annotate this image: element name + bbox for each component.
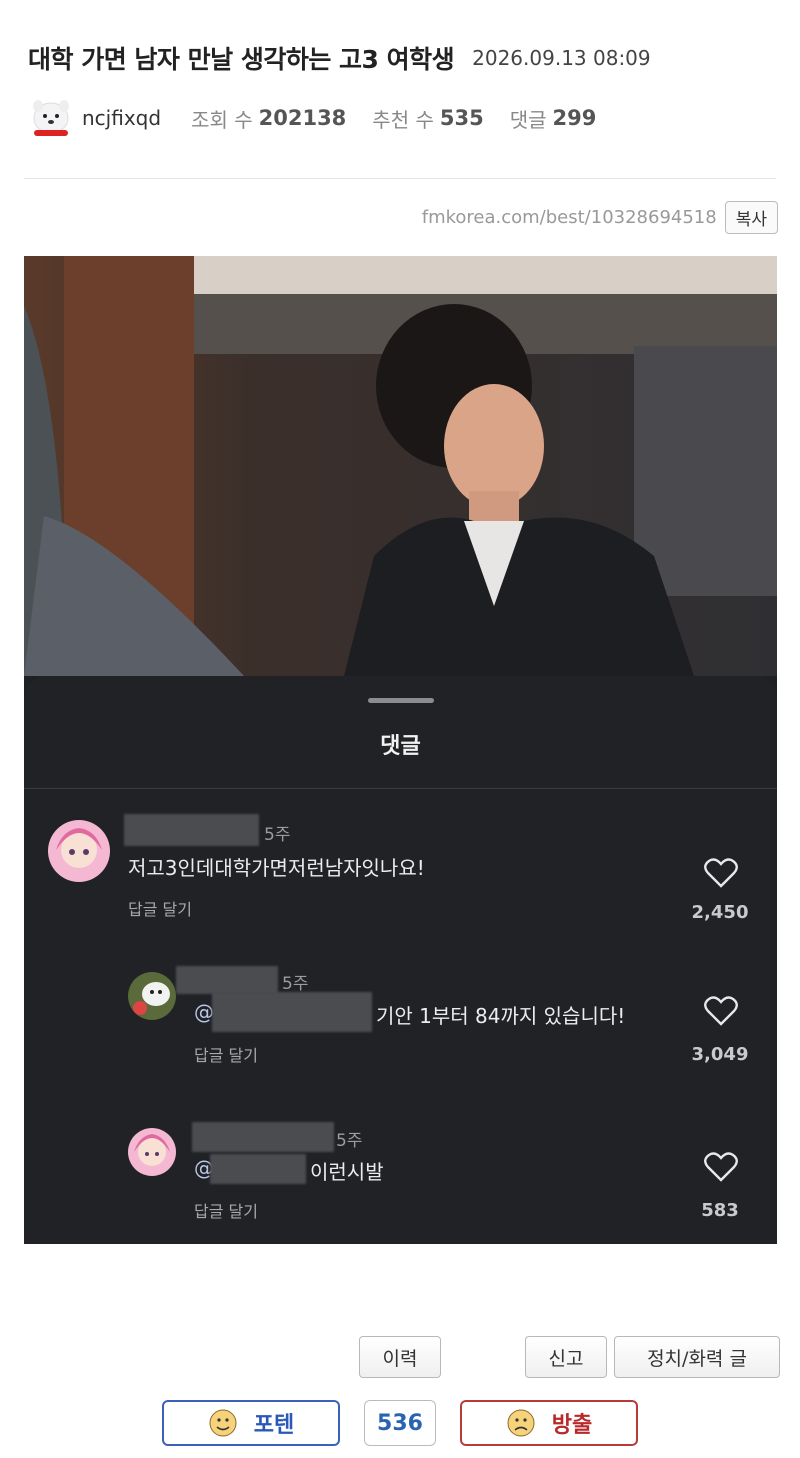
drag-handle[interactable] xyxy=(368,698,434,703)
reply-button[interactable]: 답글 달기 xyxy=(128,896,192,920)
comment-reply-item: 5주 @ 기안 1부터 84까지 있습니다! 답글 달기 3,049 xyxy=(24,966,777,1086)
redacted-username xyxy=(124,814,259,846)
thumbs-down-icon xyxy=(507,1409,535,1437)
upvote-button[interactable]: 포텐 xyxy=(162,1400,340,1446)
comment-item: 5주 저고3인데대학가면저런남자잇나요! 답글 달기 2,450 xyxy=(24,806,777,926)
recommend-count: 535 xyxy=(439,106,484,130)
report-button[interactable]: 신고 xyxy=(525,1336,607,1378)
recommend-label: 추천 수 xyxy=(372,107,434,132)
author-avatar[interactable] xyxy=(28,96,74,140)
upvote-label: 포텐 xyxy=(253,1413,295,1438)
comment-text: 기안 1부터 84까지 있습니다! xyxy=(376,1004,626,1028)
vote-count: 536 xyxy=(364,1400,436,1446)
comments-label: 댓글 xyxy=(509,107,547,132)
views-label: 조회 수 xyxy=(191,107,253,132)
post-title: 대학 가면 남자 만날 생각하는 고3 여학생 xyxy=(28,45,455,74)
comment-text: 이런시발 xyxy=(310,1160,384,1184)
header-divider xyxy=(24,178,776,179)
copy-url-button[interactable]: 복사 xyxy=(724,200,778,234)
comments-count: 299 xyxy=(552,106,597,130)
like-count: 3,049 xyxy=(691,1044,749,1065)
post-url[interactable]: fmkorea.com/best/10328694518 xyxy=(422,207,717,228)
commenter-avatar[interactable] xyxy=(128,1128,176,1176)
post-meta: ncjfixqd 조회 수 202138 추천 수 535 댓글 299 xyxy=(28,96,622,140)
post-image: 댓글 5주 저고3인데대학가면저런남자잇나요! 답글 달기 2,450 5주 @… xyxy=(24,256,777,1244)
post-date: 2026.09.13 08:09 xyxy=(472,46,651,70)
comments-sheet: 댓글 5주 저고3인데대학가면저런남자잇나요! 답글 달기 2,450 5주 @… xyxy=(24,676,777,1244)
comment-time: 5주 xyxy=(336,1131,363,1151)
views-count: 202138 xyxy=(258,106,347,130)
post-header: 대학 가면 남자 만날 생각하는 고3 여학생 2026.09.13 08:09 xyxy=(28,38,788,78)
downvote-label: 방출 xyxy=(551,1413,593,1438)
heart-icon[interactable] xyxy=(704,1152,738,1182)
commenter-avatar[interactable] xyxy=(128,972,176,1020)
author-name[interactable]: ncjfixqd xyxy=(82,106,161,130)
like-count: 583 xyxy=(701,1200,739,1221)
comment-mention[interactable]: @ xyxy=(194,1000,214,1024)
reply-button[interactable]: 답글 달기 xyxy=(194,1042,258,1066)
politics-post-button[interactable]: 정치/화력 글 xyxy=(614,1336,780,1378)
downvote-button[interactable]: 방출 xyxy=(460,1400,638,1446)
sheet-divider xyxy=(24,788,777,789)
heart-icon[interactable] xyxy=(704,996,738,1026)
comment-time: 5주 xyxy=(282,974,309,994)
thumbs-up-icon xyxy=(209,1409,237,1437)
like-count: 2,450 xyxy=(691,902,749,923)
comment-text: 저고3인데대학가면저런남자잇나요! xyxy=(128,856,425,880)
redacted-mention xyxy=(210,1154,306,1184)
video-still xyxy=(24,256,777,676)
comment-time: 5주 xyxy=(264,825,291,845)
commenter-avatar[interactable] xyxy=(48,820,110,882)
heart-icon[interactable] xyxy=(704,858,738,888)
redacted-username xyxy=(192,1122,334,1152)
history-button[interactable]: 이력 xyxy=(359,1336,441,1378)
url-row: fmkorea.com/best/10328694518 복사 xyxy=(422,200,778,234)
redacted-username xyxy=(176,966,278,994)
redacted-mention xyxy=(212,992,372,1032)
reply-button[interactable]: 답글 달기 xyxy=(194,1198,258,1222)
comments-sheet-title: 댓글 xyxy=(380,734,421,759)
comment-reply-item: 5주 @ 이런시발 답글 달기 583 xyxy=(24,1122,777,1242)
